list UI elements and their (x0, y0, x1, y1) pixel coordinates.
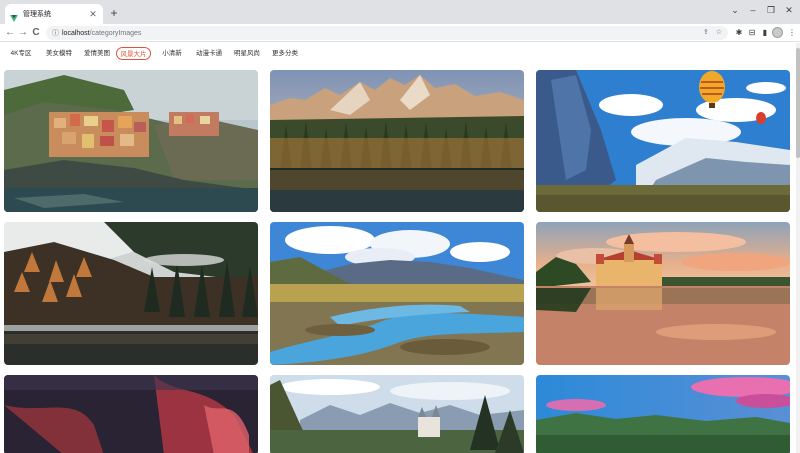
castle-lake-image (536, 222, 790, 365)
scrollbar-thumb[interactable] (796, 48, 800, 158)
dolomites-image (270, 70, 524, 212)
url-path: /categoryImages (89, 29, 142, 37)
image-card-balloons[interactable] (536, 70, 790, 212)
url-host: localhost (62, 29, 90, 37)
river-valley-image (270, 222, 524, 365)
new-tab-button[interactable]: + (107, 6, 121, 20)
balloons-image (536, 70, 790, 212)
category-love[interactable]: 爱情美图 (83, 47, 111, 60)
aurora-image (4, 375, 258, 453)
category-more[interactable]: 更多分类 (271, 47, 299, 60)
bookmark-star-icon[interactable]: ☆ (716, 28, 722, 36)
browser-tab-strip: 管理系统 ✕ + ⌄ – ❐ ✕ (0, 0, 800, 24)
back-button[interactable]: ← (3, 25, 17, 41)
image-card-river-valley[interactable] (270, 222, 524, 365)
category-models[interactable]: 美女模特 (45, 47, 73, 60)
alpine-castle-image (270, 375, 524, 453)
maximize-button[interactable]: ❐ (764, 5, 778, 16)
tab-title: 管理系统 (23, 11, 51, 18)
profile-avatar[interactable] (772, 27, 783, 38)
image-card-cinque-terre[interactable] (4, 70, 258, 212)
reading-list-icon[interactable]: ⊟ (746, 27, 758, 39)
tab-search-icon[interactable]: ⌄ (728, 5, 742, 16)
window-close-button[interactable]: ✕ (782, 5, 796, 16)
info-icon[interactable]: ⓘ (52, 28, 62, 38)
category-4k[interactable]: 4K专区 (9, 47, 33, 60)
image-card-castle-lake[interactable] (536, 222, 790, 365)
category-landscape[interactable]: 风景大片 (116, 47, 151, 60)
cinque-terre-image (4, 70, 258, 212)
category-anime[interactable]: 动漫卡通 (195, 47, 223, 60)
category-celebrity[interactable]: 明星风尚 (233, 47, 261, 60)
share-icon[interactable]: ⇪ (703, 28, 709, 36)
image-card-pink-sky[interactable] (536, 375, 790, 453)
menu-icon[interactable]: ⋮ (786, 27, 798, 39)
image-card-dolomites[interactable] (270, 70, 524, 212)
side-panel-icon[interactable]: ▮ (759, 27, 771, 39)
image-card-alpine-castle[interactable] (270, 375, 524, 453)
category-nav: 4K专区 美女模特 爱情美图 风景大片 小清新 动漫卡通 明星风尚 更多分类 (0, 43, 800, 64)
reload-button[interactable]: C (29, 25, 43, 41)
tab-close-icon[interactable]: ✕ (88, 9, 98, 20)
vue-logo-icon (10, 10, 18, 22)
misty-forest-image (4, 222, 258, 365)
minimize-button[interactable]: – (746, 5, 760, 15)
browser-tab[interactable]: 管理系统 ✕ (5, 4, 103, 24)
image-card-misty-forest[interactable] (4, 222, 258, 365)
pink-sky-image (536, 375, 790, 453)
forward-button[interactable]: → (16, 25, 30, 41)
category-fresh[interactable]: 小清新 (161, 47, 183, 60)
extensions-icon[interactable]: ✱ (733, 27, 745, 39)
browser-toolbar: ← → C ⓘ localhost/categoryImages ⇪ ☆ ✱ ⊟… (0, 24, 800, 42)
image-card-aurora[interactable] (4, 375, 258, 453)
image-grid (0, 65, 796, 453)
address-bar[interactable]: ⓘ localhost/categoryImages ⇪ ☆ (46, 26, 728, 40)
